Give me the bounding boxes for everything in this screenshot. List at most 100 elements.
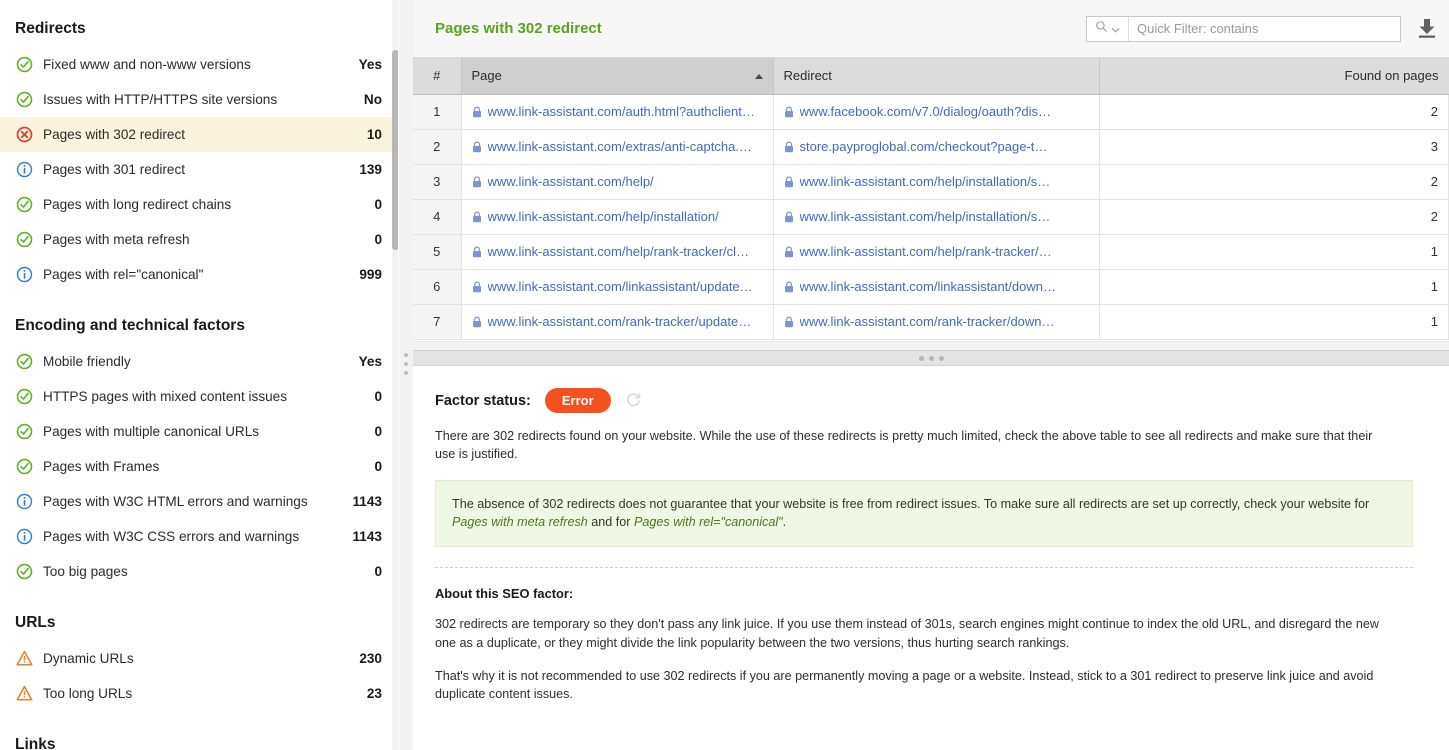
page-url-link[interactable]: www.link-assistant.com/linkassistant/upd… (488, 279, 753, 294)
table-row[interactable]: 3 www.link-assistant.com/help/www.link-as… (413, 164, 1449, 199)
lock-icon (784, 106, 794, 118)
sidebar-item-value: Yes (359, 354, 382, 369)
column-label-redirect: Redirect (784, 68, 832, 83)
table-row[interactable]: 7 www.link-assistant.com/rank-tracker/upd… (413, 304, 1449, 339)
sidebar-item[interactable]: HTTPS pages with mixed content issues0 (0, 379, 398, 414)
factor-note-box: The absence of 302 redirects does not gu… (435, 480, 1413, 548)
cell-found-on-pages: 1 (1099, 269, 1449, 304)
main-panel: Pages with 302 redirect (413, 0, 1449, 750)
sidebar-item[interactable]: Fixed www and non-www versionsYes (0, 47, 398, 82)
cell-row-number: 3 (413, 164, 461, 199)
column-header-found[interactable]: Found on pages (1099, 58, 1449, 94)
check-circle-icon (16, 458, 33, 475)
note-link-meta-refresh[interactable]: Pages with meta refresh (452, 515, 588, 529)
table-row[interactable]: 4www.link-assistant.com/help/installatio… (413, 199, 1449, 234)
page-url-link[interactable]: www.link-assistant.com/auth.html?authcli… (488, 104, 755, 119)
sidebar-item-value: 10 (367, 127, 382, 142)
chevron-down-icon (1111, 20, 1120, 38)
sidebar-item[interactable]: Pages with 302 redirect10 (0, 117, 398, 152)
sidebar-item-label: Pages with meta refresh (43, 232, 364, 247)
redirect-url-link[interactable]: www.link-assistant.com/help/installation… (800, 174, 1051, 189)
table-row[interactable]: 2www.link-assistant.com/extras/anti-capt… (413, 129, 1449, 164)
column-label-found: Found on pages (1345, 68, 1439, 83)
sidebar-scrollbar-thumb[interactable] (392, 50, 398, 250)
cell-redirect: www.link-assistant.com/rank-tracker/down… (773, 304, 1099, 339)
column-header-redirect[interactable]: Redirect (773, 58, 1099, 94)
cell-found-on-pages: 2 (1099, 164, 1449, 199)
note-link-canonical[interactable]: Pages with rel="canonical" (634, 515, 783, 529)
quick-filter[interactable] (1086, 16, 1401, 42)
sidebar-item[interactable]: Pages with 301 redirect139 (0, 152, 398, 187)
sidebar-item-label: Pages with multiple canonical URLs (43, 424, 364, 439)
sidebar-item[interactable]: Pages with multiple canonical URLs0 (0, 414, 398, 449)
page-url-link[interactable]: www.link-assistant.com/help/rank-tracker… (488, 244, 750, 259)
lock-icon (472, 246, 482, 258)
column-header-num[interactable]: # (413, 58, 461, 94)
cell-row-number: 1 (413, 94, 461, 129)
lock-icon (784, 316, 794, 328)
about-factor-paragraph-1: 302 redirects are temporary so they don'… (435, 615, 1390, 652)
panel-header: Pages with 302 redirect (413, 0, 1449, 58)
results-table: # Page Redirect Found on pages (413, 58, 1449, 340)
table-row[interactable]: 6 www.link-assistant.com/linkassistant/up… (413, 269, 1449, 304)
quick-filter-input[interactable] (1129, 17, 1400, 41)
about-factor-title: About this SEO factor: (435, 586, 1427, 601)
sidebar-item[interactable]: Pages with W3C CSS errors and warnings11… (0, 519, 398, 554)
check-circle-icon (15, 353, 33, 371)
redirect-url-link[interactable]: www.facebook.com/v7.0/dialog/oauth?dis… (800, 104, 1051, 119)
table-horizontal-scrollbar[interactable] (413, 341, 1449, 350)
sidebar-item[interactable]: Pages with W3C HTML errors and warnings1… (0, 484, 398, 519)
cell-found-on-pages: 1 (1099, 304, 1449, 339)
sidebar-item[interactable]: Pages with long redirect chains0 (0, 187, 398, 222)
sidebar-group: URLs Dynamic URLs230Too long URLs23 (0, 611, 398, 711)
page-url-link[interactable]: www.link-assistant.com/help/ (488, 174, 654, 189)
sidebar-item[interactable]: Too big pages0 (0, 554, 398, 589)
table-row[interactable]: 1 www.link-assistant.com/auth.html?authcl… (413, 94, 1449, 129)
lock-icon (784, 211, 794, 223)
redirect-url-link[interactable]: www.link-assistant.com/help/installation… (800, 209, 1051, 224)
cell-row-number: 6 (413, 269, 461, 304)
page-url-link[interactable]: www.link-assistant.com/rank-tracker/upda… (488, 314, 752, 329)
refresh-icon[interactable] (625, 392, 642, 409)
factor-status-label: Factor status: (435, 393, 531, 409)
lock-icon (472, 281, 482, 293)
lock-icon (472, 246, 482, 258)
sidebar-item[interactable]: Mobile friendly Yes (0, 344, 398, 379)
sidebar-item[interactable]: Dynamic URLs230 (0, 641, 398, 676)
sidebar-item-value: No (364, 92, 382, 107)
column-header-page[interactable]: Page (461, 58, 773, 94)
sidebar-item[interactable]: Issues with HTTP/HTTPS site versionsNo (0, 82, 398, 117)
horizontal-splitter[interactable] (413, 350, 1449, 366)
status-badge[interactable]: Error (545, 388, 611, 413)
cell-redirect: www.link-assistant.com/help/rank-tracker… (773, 234, 1099, 269)
redirect-url-link[interactable]: www.link-assistant.com/linkassistant/dow… (800, 279, 1056, 294)
filter-mode-button[interactable] (1087, 17, 1129, 41)
table-row[interactable]: 5www.link-assistant.com/help/rank-tracke… (413, 234, 1449, 269)
cell-row-number: 7 (413, 304, 461, 339)
vertical-splitter[interactable] (399, 0, 414, 750)
redirect-url-link[interactable]: www.link-assistant.com/help/rank-tracker… (800, 244, 1052, 259)
sidebar-item-label: Mobile friendly (43, 354, 349, 369)
sidebar-item[interactable]: Pages with rel="canonical"999 (0, 257, 398, 292)
warning-triangle-icon (15, 685, 33, 703)
redirect-url-link[interactable]: store.payproglobal.com/checkout?page-t… (800, 139, 1048, 154)
page-url-link[interactable]: www.link-assistant.com/help/installation… (488, 209, 719, 224)
sidebar-item[interactable]: Pages with Frames0 (0, 449, 398, 484)
table-head: # Page Redirect Found on pages (413, 58, 1449, 94)
page-url-link[interactable]: www.link-assistant.com/extras/anti-captc… (488, 139, 752, 154)
download-icon[interactable] (1413, 14, 1441, 44)
lock-icon (784, 211, 794, 223)
error-circle-icon (16, 126, 33, 143)
cell-redirect: www.link-assistant.com/help/installation… (773, 199, 1099, 234)
column-label-page: Page (472, 68, 502, 83)
sidebar-item-value: 0 (374, 197, 382, 212)
sidebar-item[interactable]: Too long URLs23 (0, 676, 398, 711)
sidebar-group-title: URLs (0, 611, 398, 635)
cell-found-on-pages: 2 (1099, 94, 1449, 129)
check-circle-icon (16, 353, 33, 370)
about-factor-paragraph-2: That's why it is not recommended to use … (435, 667, 1390, 704)
redirect-url-link[interactable]: www.link-assistant.com/rank-tracker/down… (800, 314, 1055, 329)
sidebar-item[interactable]: Pages with meta refresh0 (0, 222, 398, 257)
cell-redirect: store.payproglobal.com/checkout?page-t… (773, 129, 1099, 164)
vertical-splitter-handle[interactable] (404, 353, 409, 380)
